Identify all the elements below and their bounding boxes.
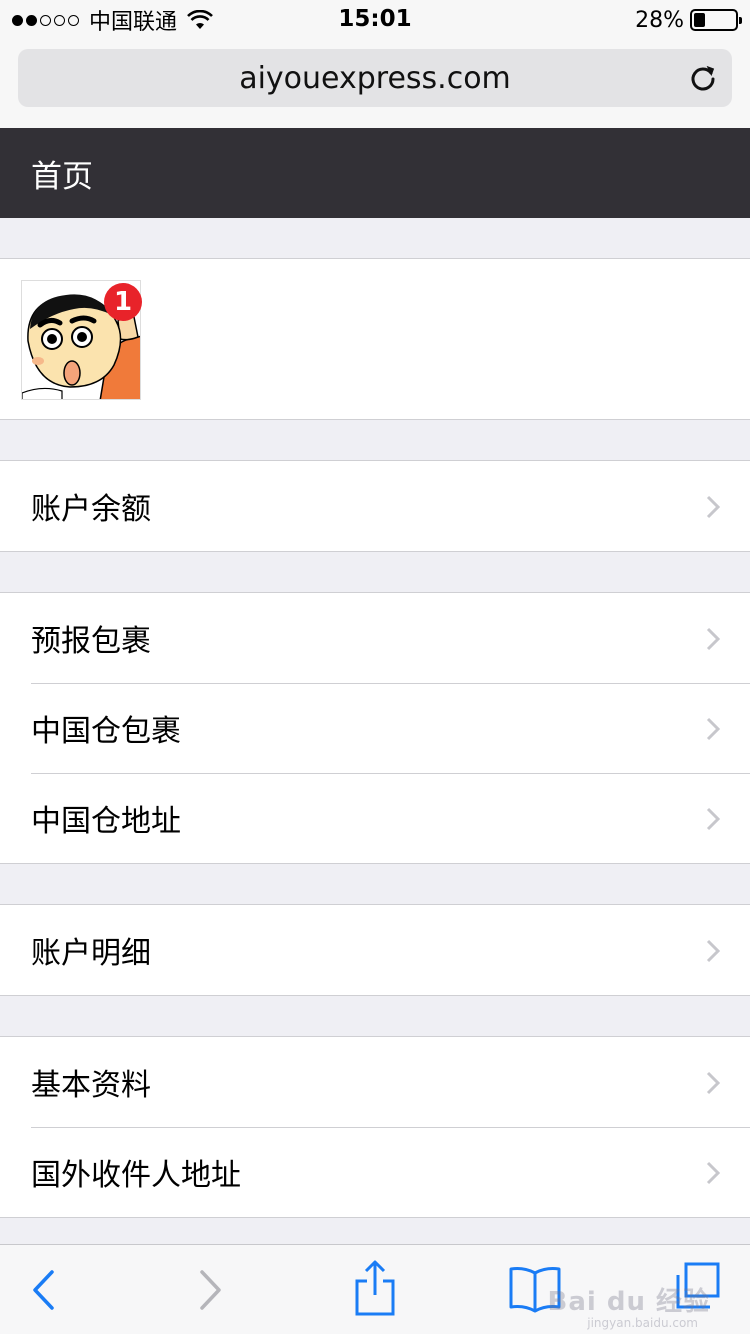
menu-item-label: 预报包裹: [31, 624, 151, 659]
battery-icon: [690, 9, 742, 31]
package-section: 预报包裹 中国仓包裹 中国仓地址: [0, 593, 750, 864]
section-gap: [0, 420, 750, 461]
section-gap: [0, 552, 750, 593]
menu-item-overseas-recipient-address[interactable]: 国外收件人地址: [0, 1127, 750, 1217]
page-header: 首页: [0, 128, 750, 218]
page-title: 首页: [31, 158, 93, 195]
section-gap: [0, 864, 750, 905]
main-content: 1 账户余额 预报包裹 中国仓包裹 中国仓地址 账户明细 基本资料 国外收件人地…: [0, 218, 750, 1218]
back-arrow-icon[interactable]: [30, 1269, 56, 1311]
browser-address-area: aiyouexpress.com: [0, 40, 750, 128]
menu-item-label: 中国仓包裹: [31, 714, 181, 749]
menu-item-account-details[interactable]: 账户明细: [0, 905, 750, 995]
section-gap: [0, 218, 750, 259]
menu-item-label: 账户余额: [31, 492, 151, 527]
notification-badge: 1: [104, 283, 142, 321]
chevron-right-icon: [706, 807, 720, 831]
balance-section: 账户余额: [0, 461, 750, 552]
menu-item-label: 国外收件人地址: [31, 1158, 241, 1193]
menu-item-china-warehouse-package[interactable]: 中国仓包裹: [0, 683, 750, 773]
reload-icon[interactable]: [688, 63, 718, 93]
menu-item-label: 基本资料: [31, 1068, 151, 1103]
menu-item-prealert-package[interactable]: 预报包裹: [0, 593, 750, 683]
address-url: aiyouexpress.com: [239, 60, 511, 96]
chevron-right-icon: [706, 495, 720, 519]
watermark-subtext: jingyan.baidu.com: [587, 1316, 698, 1330]
chevron-right-icon: [706, 1161, 720, 1185]
section-gap: [0, 996, 750, 1037]
battery-fill: [694, 13, 705, 27]
profile-info-section: 基本资料 国外收件人地址: [0, 1037, 750, 1218]
share-icon[interactable]: [354, 1259, 396, 1317]
status-right: 28%: [635, 6, 742, 34]
chevron-right-icon: [706, 717, 720, 741]
chevron-right-icon: [706, 1071, 720, 1095]
menu-item-basic-info[interactable]: 基本资料: [0, 1037, 750, 1127]
details-section: 账户明细: [0, 905, 750, 996]
forward-arrow-icon[interactable]: [198, 1269, 224, 1311]
address-bar[interactable]: aiyouexpress.com: [18, 49, 732, 107]
status-bar: 中国联通 15:01 28%: [0, 0, 750, 40]
menu-item-label: 中国仓地址: [31, 804, 181, 839]
profile-section: 1: [0, 259, 750, 420]
menu-item-china-warehouse-address[interactable]: 中国仓地址: [0, 773, 750, 863]
watermark: Bai du 经验: [547, 1287, 710, 1317]
menu-item-account-balance[interactable]: 账户余额: [0, 461, 750, 551]
chevron-right-icon: [706, 939, 720, 963]
menu-item-label: 账户明细: [31, 936, 151, 971]
browser-toolbar: Bai du 经验 jingyan.baidu.com: [0, 1244, 750, 1334]
battery-percent: 28%: [635, 7, 684, 33]
chevron-right-icon: [706, 627, 720, 651]
